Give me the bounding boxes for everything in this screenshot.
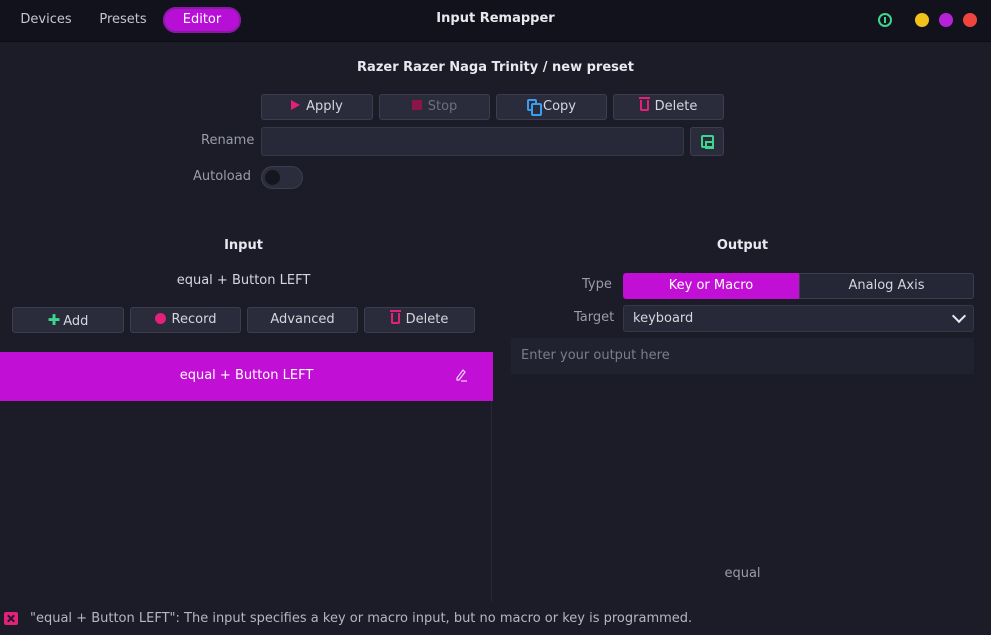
copy-icon: [527, 99, 542, 116]
apply-label: Apply: [306, 99, 343, 114]
app-title: Input Remapper: [436, 11, 555, 26]
save-button[interactable]: [690, 127, 724, 156]
autoload-label: Autoload: [193, 169, 251, 184]
stop-label: Stop: [427, 99, 458, 114]
mapping-label: equal + Button LEFT: [179, 368, 314, 383]
type-key-or-macro[interactable]: Key or Macro: [623, 273, 799, 299]
status-bar: "equal + Button LEFT": The input specifi…: [0, 606, 991, 635]
output-editor[interactable]: Enter your output here: [511, 338, 974, 374]
error-icon[interactable]: [4, 612, 18, 625]
add-button[interactable]: ✚ Add: [12, 307, 124, 333]
delete-mapping-button[interactable]: Delete: [364, 307, 475, 333]
play-icon: [291, 100, 301, 110]
trash-icon: [638, 97, 650, 111]
copy-label: Copy: [543, 99, 576, 114]
record-button[interactable]: Record: [130, 307, 241, 333]
advanced-button[interactable]: Advanced: [247, 307, 358, 333]
rename-input[interactable]: [261, 127, 684, 156]
target-select[interactable]: keyboard: [623, 305, 974, 332]
chevron-down-icon: [951, 308, 967, 324]
rename-label: Rename: [201, 133, 255, 148]
apply-button[interactable]: Apply: [261, 94, 373, 120]
info-icon[interactable]: [878, 13, 892, 27]
maximize-button[interactable]: [939, 13, 953, 27]
list-item[interactable]: equal + Button LEFT: [0, 352, 493, 401]
type-label: Type: [582, 277, 612, 292]
stop-icon: [411, 100, 422, 110]
toggle-knob: [265, 170, 280, 185]
plus-icon: ✚: [47, 311, 61, 329]
edit-icon[interactable]: [455, 368, 467, 382]
input-combination: equal + Button LEFT: [176, 273, 311, 288]
mapping-list: [0, 400, 492, 602]
add-label: Add: [63, 314, 89, 329]
delete-preset-button[interactable]: Delete: [613, 94, 724, 120]
target-value: keyboard: [633, 311, 694, 326]
stop-button[interactable]: Stop: [379, 94, 490, 120]
output-preview: equal: [724, 566, 761, 581]
autoload-toggle[interactable]: [261, 166, 303, 189]
header-bar: Devices Presets Editor Input Remapper: [0, 0, 991, 42]
trash-icon: [389, 310, 401, 324]
advanced-label: Advanced: [270, 312, 335, 327]
copy-button[interactable]: Copy: [496, 94, 607, 120]
minimize-button[interactable]: [915, 13, 929, 27]
delete-mapping-label: Delete: [405, 312, 449, 327]
input-heading: Input: [224, 238, 263, 253]
type-analog-axis[interactable]: Analog Axis: [799, 273, 974, 299]
delete-label: Delete: [654, 99, 698, 114]
close-button[interactable]: [963, 13, 977, 27]
record-icon: [154, 312, 166, 324]
output-heading: Output: [716, 238, 769, 253]
save-icon: [701, 135, 714, 149]
record-label: Record: [171, 312, 217, 327]
status-message: "equal + Button LEFT": The input specifi…: [30, 611, 693, 626]
page-title: Razer Razer Naga Trinity / new preset: [357, 60, 634, 75]
target-label: Target: [574, 310, 615, 325]
